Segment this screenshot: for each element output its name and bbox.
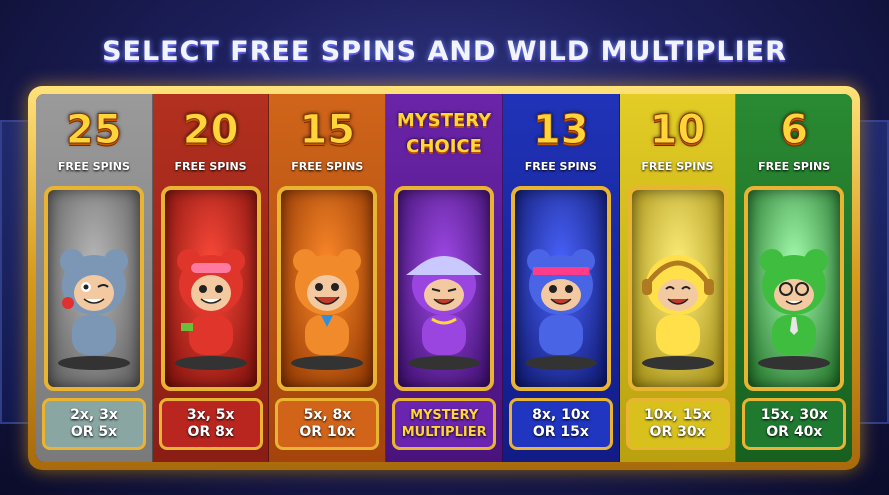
- multiplier-box: 5x, 8x OR 10x: [275, 398, 380, 450]
- multiplier-box: 2x, 3x OR 5x: [42, 398, 146, 450]
- free-spins-count: 15: [299, 107, 356, 153]
- blue-bear-character-icon: [524, 249, 597, 370]
- orange-bear-character-icon: [291, 249, 364, 370]
- multiplier-line-2: OR 5x: [70, 424, 118, 440]
- multiplier-box: 10x, 15x OR 30x: [625, 398, 730, 450]
- multiplier-box: MYSTERY MULTIPLIER: [392, 398, 497, 450]
- multiplier-line-1: 15x, 30x: [760, 407, 828, 423]
- multiplier-line-1: 5x, 8x: [303, 407, 352, 423]
- free-spins-label: FREE SPINS: [524, 160, 597, 173]
- free-spins-label: FREE SPINS: [174, 160, 247, 173]
- free-spins-label: FREE SPINS: [641, 160, 714, 173]
- option-mystery-choice[interactable]: MYSTERY CHOICE MYSTERY MULTIPLIER: [386, 94, 503, 462]
- yellow-bear-character-icon: [641, 255, 714, 370]
- options-row: 25 FREE SPINS 2x, 3x OR 5x 20 FREE SPINS…: [36, 94, 852, 462]
- free-spins-label: FREE SPINS: [758, 160, 831, 173]
- multiplier-line-2: OR 15x: [532, 424, 589, 440]
- grey-bear-character-icon: [58, 249, 130, 370]
- mystery-choice-label: MYSTERY CHOICE: [386, 108, 502, 160]
- multiplier-line-2: OR 10x: [299, 424, 356, 440]
- multiplier-line-2: MULTIPLIER: [401, 425, 487, 440]
- character-panel: [510, 186, 611, 391]
- character-panel: [160, 186, 261, 391]
- multiplier-line-1: MYSTERY: [410, 408, 479, 423]
- multiplier-box: 3x, 5x OR 8x: [158, 398, 263, 450]
- free-spins-count: 10: [649, 107, 706, 153]
- free-spins-label: FREE SPINS: [291, 160, 364, 173]
- multiplier-box: 8x, 10x OR 15x: [508, 398, 613, 450]
- multiplier-line-2: OR 30x: [649, 424, 706, 440]
- option-20-free-spins[interactable]: 20 FREE SPINS 3x, 5x OR 8x: [152, 94, 270, 462]
- character-panel: [277, 186, 378, 391]
- multiplier-line-1: 8x, 10x: [532, 407, 590, 423]
- character-panel: [44, 186, 144, 391]
- mystery-label-line-1: MYSTERY: [396, 110, 492, 131]
- option-15-free-spins[interactable]: 15 FREE SPINS 5x, 8x OR 10x: [269, 94, 387, 462]
- character-panel: [627, 186, 728, 391]
- free-spins-count: 6: [780, 107, 809, 153]
- free-spins-label: FREE SPINS: [57, 160, 130, 173]
- option-25-free-spins[interactable]: 25 FREE SPINS 2x, 3x OR 5x: [36, 94, 153, 462]
- multiplier-line-2: OR 8x: [187, 424, 234, 440]
- character-panel: [394, 186, 495, 391]
- red-bear-character-icon: [174, 249, 247, 370]
- purple-bear-character-icon: [406, 255, 483, 370]
- selection-frame: 25 FREE SPINS 2x, 3x OR 5x 20 FREE SPINS…: [28, 86, 860, 470]
- page-title: SELECT FREE SPINS AND WILD MULTIPLIER: [102, 36, 787, 67]
- option-13-free-spins[interactable]: 13 FREE SPINS 8x, 10x OR 15x: [502, 94, 620, 462]
- multiplier-line-1: 10x, 15x: [643, 407, 712, 423]
- mystery-label-line-2: CHOICE: [406, 136, 482, 157]
- character-panel: [744, 186, 845, 391]
- free-spins-count: 13: [532, 107, 589, 153]
- green-bear-character-icon: [758, 249, 831, 370]
- multiplier-line-1: 2x, 3x: [70, 407, 118, 423]
- multiplier-line-2: OR 40x: [766, 424, 823, 440]
- multiplier-line-1: 3x, 5x: [186, 407, 235, 423]
- free-spins-count: 25: [66, 107, 123, 153]
- free-spins-count: 20: [182, 107, 239, 153]
- option-6-free-spins[interactable]: 6 FREE SPINS 15x, 30x OR 40x: [736, 94, 852, 462]
- multiplier-box: 15x, 30x OR 40x: [742, 398, 847, 450]
- option-10-free-spins[interactable]: 10 FREE SPINS 10x, 15x OR 30x: [619, 94, 737, 462]
